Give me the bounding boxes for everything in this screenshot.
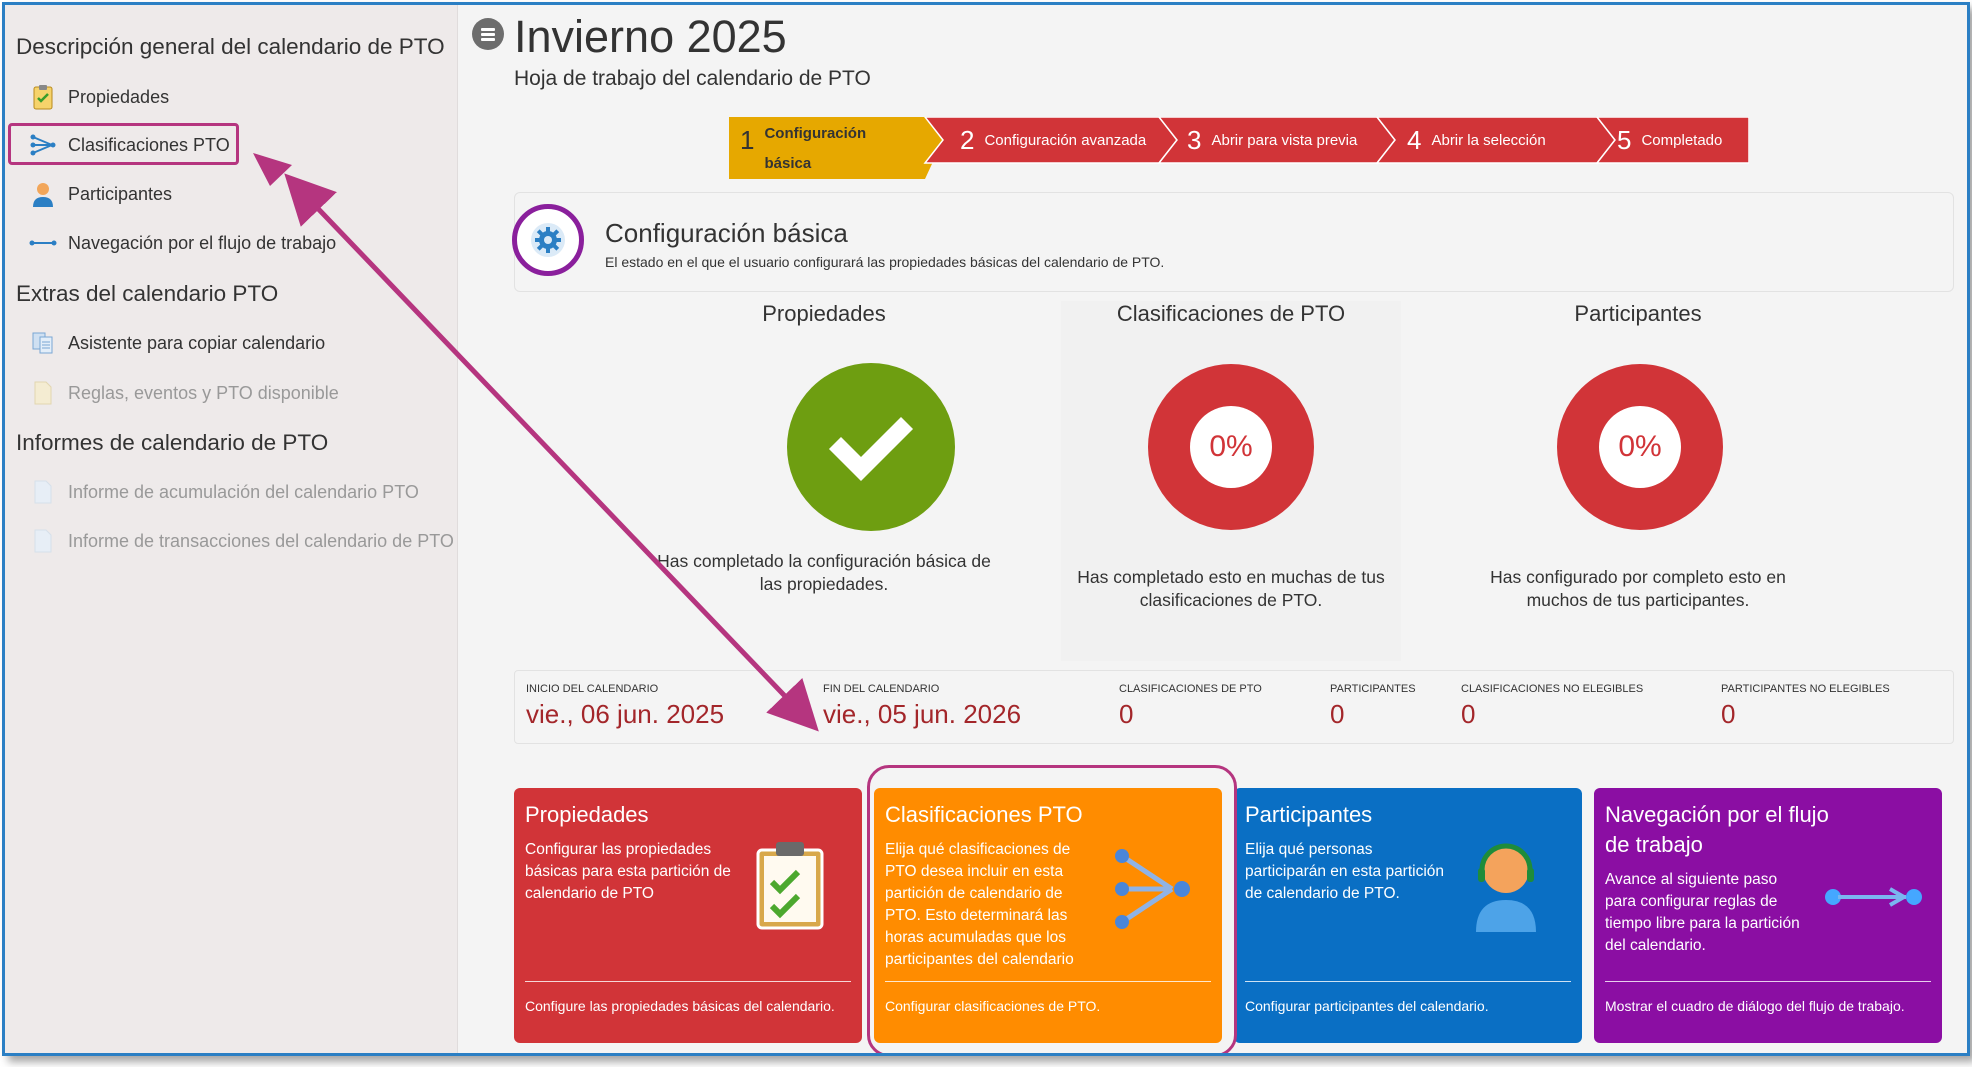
stat-title: Propiedades [762,301,886,326]
summary-ineligible-participants: PARTICIPANTES NO ELEGIBLES 0 [1721,683,1890,729]
step-3[interactable]: 3 Abrir para vista previa [1187,117,1357,163]
percent-label: 0% [1599,406,1681,488]
app-window: Descripción general del calendario de PT… [2,2,1970,1056]
person-icon [29,180,57,208]
stat-participants: Participantes [1468,301,1808,327]
stat-title: Participantes [1574,301,1702,326]
step-2[interactable]: 2 Configuración avanzada [960,117,1146,163]
sidebar-item-label: Reglas, eventos y PTO disponible [68,382,339,403]
summary-bar: INICIO DEL CALENDARIO vie., 06 jun. 2025… [514,670,1954,744]
clipboard-check-icon [29,83,57,111]
step-1[interactable]: 1 Configuración básica [740,117,874,173]
sidebar-item-label: Asistente para copiar calendario [68,332,326,353]
stat-classifications-desc: Has completado esto en muchas de tus cla… [1077,567,1385,610]
sidebar-item-copy-calendar[interactable]: Asistente para copiar calendario [5,323,457,363]
sidebar-item-label: Propiedades [68,86,170,107]
active-item-highlight [8,123,239,165]
sidebar-item-label: Participantes [68,183,173,204]
donut-chart-participants: 0% [1557,364,1723,530]
stat-pto-classifications: Clasificaciones de PTO [1061,301,1401,327]
stat-participants-desc: Has configurado por completo esto en muc… [1490,567,1786,610]
sidebar-item-rules-events[interactable]: Reglas, eventos y PTO disponible [5,373,457,413]
config-title: Configuración básica [605,218,848,248]
sidebar-heading-overview: Descripción general del calendario de PT… [16,34,445,59]
step-label: Abrir la selección [1431,131,1546,149]
summary-classifications: CLASIFICACIONES DE PTO 0 [1119,683,1262,729]
sidebar-item-properties[interactable]: Propiedades [5,77,457,117]
main-content: Invierno 2025 Hoja de trabajo del calend… [457,5,1967,1053]
branch-arrow-icon [1114,848,1194,935]
sidebar-item-label: Informe de acumulación del calendario PT… [68,481,419,502]
stat-properties: Propiedades [654,301,994,327]
sidebar-heading-extras: Extras del calendario PTO [16,281,279,306]
tile-properties[interactable]: Propiedades Configurar las propiedades b… [514,788,862,1043]
sidebar-item-label: Informe de transacciones del calendario … [68,530,454,551]
percent-label: 0% [1190,406,1272,488]
workflow-arrow-icon [1824,883,1924,916]
summary-start: INICIO DEL CALENDARIO vie., 06 jun. 2025 [526,683,725,729]
sidebar-item-transactions-report[interactable]: Informe de transacciones del calendario … [5,521,457,561]
step-label: Configuración avanzada [984,131,1147,149]
stat-properties-desc: Has completado la configuración básica d… [657,551,991,594]
report-icon [29,527,57,555]
document-icon [29,379,57,407]
gear-icon [512,204,584,276]
step-4[interactable]: 4 Abrir la selección [1407,117,1546,163]
page-subtitle: Hoja de trabajo del calendario de PTO [514,67,871,90]
summary-end: FIN DEL CALENDARIO vie., 05 jun. 2026 [823,683,1022,729]
tile-participants[interactable]: Participantes Elija qué personas partici… [1234,788,1582,1043]
support-person-icon [1474,840,1538,937]
step-5[interactable]: 5 Completado [1617,117,1722,163]
page-title: Invierno 2025 [514,11,787,62]
tile-pto-classifications[interactable]: Clasificaciones PTO Elija qué clasificac… [874,788,1222,1043]
checkmark-icon [787,363,955,531]
copy-calendar-icon [29,329,57,357]
clipboard-check-icon [754,840,826,935]
step-label: Completado [1641,131,1723,149]
tile-workflow-navigation[interactable]: Navegación por el flujo de trabajo Avanc… [1594,788,1942,1043]
config-description: El estado en el que el usuario configura… [605,254,1165,270]
summary-ineligible-classifications: CLASIFICACIONES NO ELEGIBLES 0 [1461,683,1644,729]
menu-icon[interactable] [472,18,504,50]
workflow-arrow-icon [29,229,57,257]
sidebar-item-accrual-report[interactable]: Informe de acumulación del calendario PT… [5,472,457,512]
step-label: Abrir para vista previa [1211,131,1358,149]
summary-participants: PARTICIPANTES 0 [1330,683,1416,729]
sidebar-item-participants[interactable]: Participantes [5,174,457,214]
sidebar-heading-reports: Informes de calendario de PTO [16,430,329,455]
sidebar-item-label: Navegación por el flujo de trabajo [68,232,337,253]
donut-chart-classifications: 0% [1148,364,1314,530]
report-icon [29,478,57,506]
step-label: Configuración básica [764,125,867,172]
sidebar-item-workflow-navigation[interactable]: Navegación por el flujo de trabajo [5,223,457,263]
stat-title: Clasificaciones de PTO [1116,301,1346,326]
sidebar: Descripción general del calendario de PT… [5,5,458,1053]
